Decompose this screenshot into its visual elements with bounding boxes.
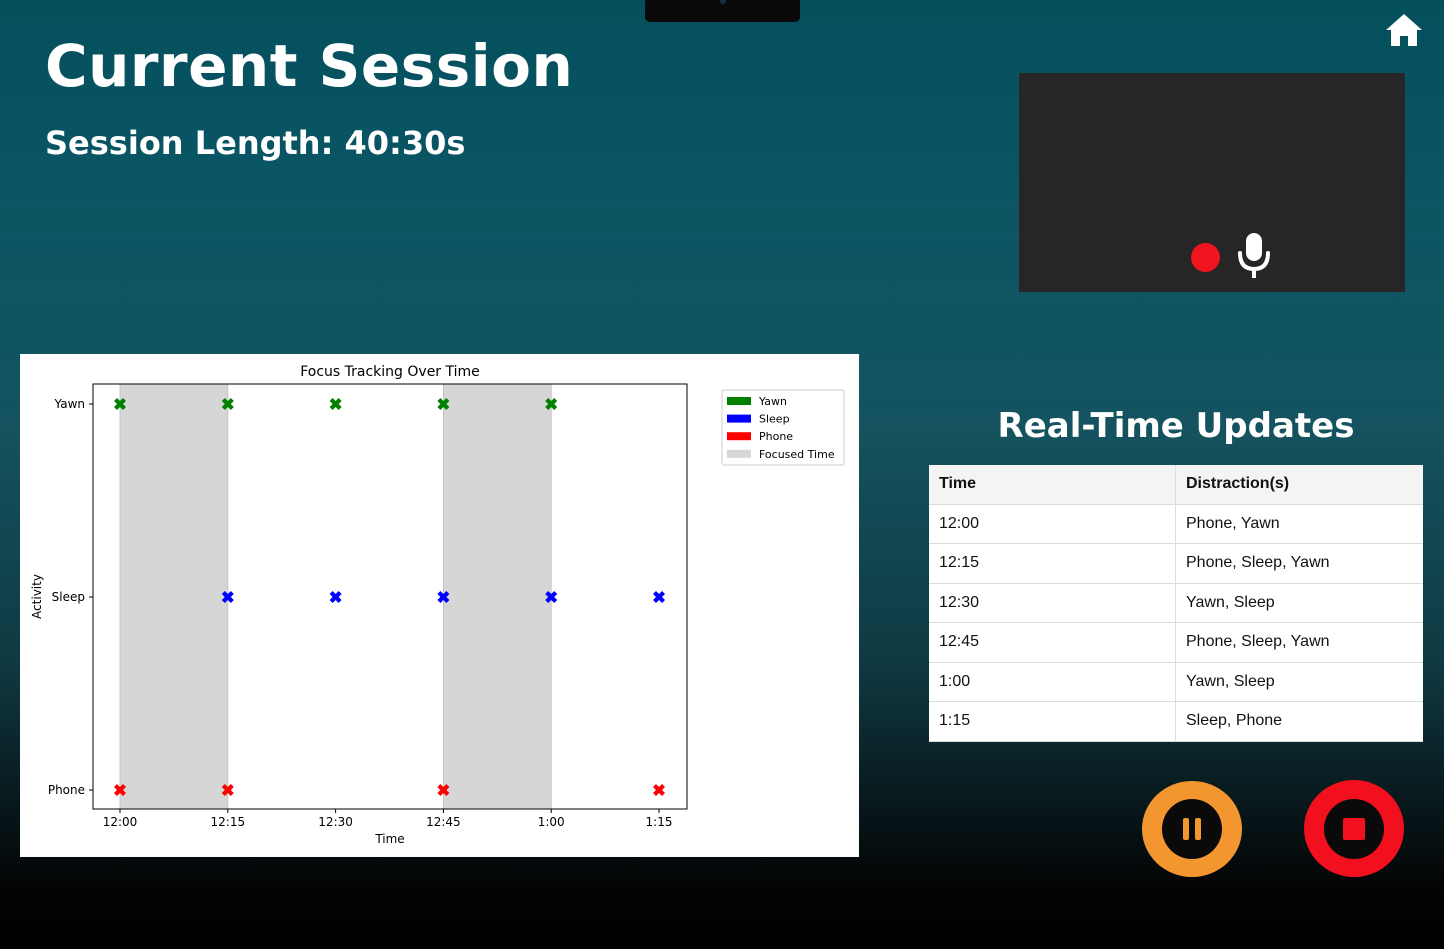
row-distractions: Phone, Yawn bbox=[1175, 504, 1423, 544]
focus-chart-svg: 12:00 12:15 12:30 12:45 1:00 1:15 Phone Sleep Ya… bbox=[20, 354, 859, 857]
table-header-row: Time Distraction(s) bbox=[929, 465, 1423, 505]
column-header-time: Time bbox=[929, 465, 1176, 505]
pause-button[interactable] bbox=[1142, 781, 1242, 877]
row-distractions: Yawn, Sleep bbox=[1175, 583, 1423, 623]
row-time: 12:30 bbox=[929, 583, 1176, 623]
y-tick-label: Phone bbox=[48, 783, 85, 797]
legend-label: Yawn bbox=[758, 395, 787, 408]
focused-time-span bbox=[442, 383, 552, 810]
x-tick-label: 12:00 bbox=[103, 815, 138, 829]
y-axis-label: Activity bbox=[30, 574, 44, 619]
session-length-label: Session Length: bbox=[45, 124, 334, 162]
table-row: 12:15 Phone, Sleep, Yawn bbox=[929, 543, 1423, 584]
x-tick-label: 1:15 bbox=[646, 815, 673, 829]
row-distractions: Yawn, Sleep bbox=[1175, 662, 1423, 702]
table-row: 12:45 Phone, Sleep, Yawn bbox=[929, 622, 1423, 663]
home-button[interactable] bbox=[1384, 12, 1424, 48]
y-tick-label: Sleep bbox=[52, 590, 85, 604]
stop-button[interactable] bbox=[1304, 780, 1404, 877]
camera-notch bbox=[645, 0, 800, 22]
row-time: 12:15 bbox=[929, 543, 1176, 584]
camera-lens bbox=[720, 0, 726, 4]
chart-title: Focus Tracking Over Time bbox=[300, 364, 480, 380]
row-time: 12:45 bbox=[929, 622, 1176, 663]
updates-table: Time Distraction(s) 12:00 Phone, Yawn 12… bbox=[929, 465, 1423, 742]
home-icon bbox=[1386, 14, 1422, 46]
legend-swatch bbox=[727, 449, 751, 458]
record-dot-icon bbox=[1191, 243, 1220, 272]
x-tick-label: 12:45 bbox=[426, 815, 461, 829]
column-header-distractions: Distraction(s) bbox=[1175, 465, 1423, 505]
video-preview bbox=[1019, 73, 1405, 292]
table-row: 12:30 Yawn, Sleep bbox=[929, 583, 1423, 623]
row-distractions: Sleep, Phone bbox=[1175, 701, 1423, 742]
legend-label: Sleep bbox=[759, 413, 790, 426]
legend-swatch bbox=[727, 432, 751, 441]
row-time: 1:00 bbox=[929, 662, 1176, 702]
table-row: 1:00 Yawn, Sleep bbox=[929, 662, 1423, 702]
row-time: 1:15 bbox=[929, 701, 1176, 742]
session-length-value: 40:30s bbox=[344, 124, 466, 162]
x-tick-label: 12:15 bbox=[211, 815, 246, 829]
x-axis-label: Time bbox=[374, 832, 404, 846]
table-row: 1:15 Sleep, Phone bbox=[929, 701, 1423, 742]
legend-label: Phone bbox=[759, 430, 793, 443]
y-tick-label: Yawn bbox=[54, 397, 85, 411]
pause-icon bbox=[1162, 799, 1222, 859]
page-title: Current Session bbox=[45, 32, 574, 100]
updates-title: Real-Time Updates bbox=[997, 406, 1355, 446]
stop-icon bbox=[1324, 799, 1384, 859]
table-row: 12:00 Phone, Yawn bbox=[929, 504, 1423, 544]
legend-label: Focused Time bbox=[759, 448, 835, 461]
legend-swatch bbox=[727, 414, 751, 423]
stop-square bbox=[1343, 818, 1365, 840]
row-distractions: Phone, Sleep, Yawn bbox=[1175, 543, 1423, 584]
focus-chart: 12:00 12:15 12:30 12:45 1:00 1:15 Phone Sleep Ya… bbox=[20, 354, 859, 857]
row-time: 12:00 bbox=[929, 504, 1176, 544]
x-tick-label: 12:30 bbox=[318, 815, 353, 829]
x-tick-label: 1:00 bbox=[538, 815, 565, 829]
row-distractions: Phone, Sleep, Yawn bbox=[1175, 622, 1423, 663]
session-length: Session Length: 40:30s bbox=[45, 124, 465, 162]
microphone-icon[interactable] bbox=[1235, 231, 1273, 279]
pause-bar-left bbox=[1183, 818, 1189, 840]
legend-swatch bbox=[727, 397, 751, 405]
focused-time-span bbox=[119, 383, 229, 810]
pause-bar-right bbox=[1195, 818, 1201, 840]
